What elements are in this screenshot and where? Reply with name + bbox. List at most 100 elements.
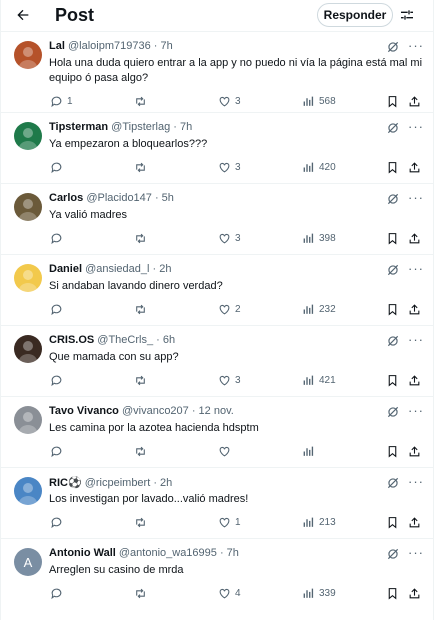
author-name[interactable]: RIC⚽: [49, 477, 82, 489]
avatar[interactable]: [14, 41, 42, 69]
views-action[interactable]: 232: [301, 301, 336, 317]
share-action[interactable]: [407, 230, 421, 246]
reply-action[interactable]: [49, 372, 67, 388]
bookmark-action[interactable]: [385, 514, 399, 530]
page-title: Post: [55, 5, 95, 25]
more-options-icon[interactable]: ···: [407, 38, 425, 54]
page-header: Post Responder: [1, 0, 433, 31]
like-action[interactable]: 3: [217, 93, 241, 109]
avatar[interactable]: [14, 335, 42, 363]
grok-icon[interactable]: [386, 263, 402, 279]
grok-icon[interactable]: [386, 192, 402, 208]
grok-icon[interactable]: [386, 547, 402, 563]
reply-tweet[interactable]: CRIS.OS @TheCrls_ · 6h ··· Que mamada co…: [1, 325, 433, 396]
reply-button[interactable]: Responder: [317, 3, 393, 27]
like-action[interactable]: [217, 443, 235, 459]
more-options-icon[interactable]: ···: [407, 119, 425, 135]
more-options-icon[interactable]: ···: [407, 545, 425, 561]
reply-tweet[interactable]: Lal @laloipm719736 · 7h ··· Hola una dud…: [1, 31, 433, 112]
reply-tweet[interactable]: Carlos @Placido147 · 5h ··· Ya valió mad…: [1, 183, 433, 254]
author-name[interactable]: Daniel: [49, 263, 82, 275]
retweet-action[interactable]: [133, 301, 151, 317]
share-action[interactable]: [407, 93, 421, 109]
more-options-icon[interactable]: ···: [407, 474, 425, 490]
grok-icon[interactable]: [386, 476, 402, 492]
retweet-action[interactable]: [133, 93, 151, 109]
grok-icon[interactable]: [386, 40, 402, 56]
like-action[interactable]: 1: [217, 514, 241, 530]
avatar[interactable]: [14, 264, 42, 292]
bookmark-action[interactable]: [385, 585, 399, 601]
author-name[interactable]: Lal: [49, 40, 65, 52]
like-action[interactable]: 4: [217, 585, 241, 601]
retweet-action[interactable]: [133, 585, 151, 601]
views-action[interactable]: 420: [301, 159, 336, 175]
grok-icon[interactable]: [386, 405, 402, 421]
retweet-icon: [133, 373, 147, 387]
retweet-action[interactable]: [133, 159, 151, 175]
reply-tweet[interactable]: Tavo Vivanco @vivanco207 · 12 nov. ··· L…: [1, 396, 433, 467]
avatar[interactable]: A: [14, 548, 42, 576]
views-action[interactable]: [301, 443, 319, 459]
share-action[interactable]: [407, 443, 421, 459]
tweet-actions: 2 232: [49, 301, 423, 317]
like-action[interactable]: 3: [217, 372, 241, 388]
reply-action[interactable]: [49, 443, 67, 459]
bookmark-action[interactable]: [385, 159, 399, 175]
retweet-action[interactable]: [133, 372, 151, 388]
sliders-icon[interactable]: [397, 5, 417, 25]
author-name[interactable]: Carlos: [49, 192, 83, 204]
avatar[interactable]: [14, 477, 42, 505]
reply-tweet[interactable]: RIC⚽ @ricpeimbert · 2h ··· Los investiga…: [1, 467, 433, 538]
grok-icon[interactable]: [386, 121, 402, 137]
reply-tweet[interactable]: Daniel @ansiedad_l · 2h ··· Si andaban l…: [1, 254, 433, 325]
views-action[interactable]: 339: [301, 585, 336, 601]
like-action[interactable]: 3: [217, 159, 241, 175]
share-action[interactable]: [407, 372, 421, 388]
reply-icon: [49, 444, 63, 458]
views-action[interactable]: 213: [301, 514, 336, 530]
bookmark-action[interactable]: [385, 230, 399, 246]
retweet-action[interactable]: [133, 443, 151, 459]
more-options-icon[interactable]: ···: [407, 332, 425, 348]
reply-action[interactable]: [49, 585, 67, 601]
bookmark-action[interactable]: [385, 443, 399, 459]
retweet-action[interactable]: [133, 514, 151, 530]
avatar[interactable]: [14, 193, 42, 221]
reply-action[interactable]: [49, 514, 67, 530]
like-action[interactable]: 3: [217, 230, 241, 246]
retweet-action[interactable]: [133, 230, 151, 246]
reply-action[interactable]: [49, 159, 67, 175]
reply-tweet[interactable]: Tipsterman @Tipsterlag · 7h ··· Ya empez…: [1, 112, 433, 183]
views-action[interactable]: 421: [301, 372, 336, 388]
author-name[interactable]: Antonio Wall: [49, 547, 116, 559]
author-name[interactable]: Tavo Vivanco: [49, 405, 119, 417]
views-action[interactable]: 568: [301, 93, 336, 109]
reply-action[interactable]: [49, 301, 67, 317]
bookmark-action[interactable]: [385, 372, 399, 388]
reply-action[interactable]: 1: [49, 93, 73, 109]
tweet-meta: RIC⚽ @ricpeimbert · 2h: [49, 476, 172, 489]
grok-icon[interactable]: [386, 334, 402, 350]
reply-count: 1: [67, 95, 73, 107]
back-arrow-icon[interactable]: [13, 5, 33, 25]
avatar[interactable]: [14, 406, 42, 434]
reply-tweet[interactable]: A Antonio Wall @antonio_wa16995 · 7h ···…: [1, 538, 433, 609]
author-name[interactable]: Tipsterman: [49, 121, 108, 133]
more-options-icon[interactable]: ···: [407, 190, 425, 206]
share-action[interactable]: [407, 159, 421, 175]
reply-action[interactable]: [49, 230, 67, 246]
views-action[interactable]: 398: [301, 230, 336, 246]
share-action[interactable]: [407, 585, 421, 601]
share-action[interactable]: [407, 301, 421, 317]
more-options-icon[interactable]: ···: [407, 261, 425, 277]
author-handle: @laloipm719736 · 7h: [67, 40, 173, 52]
bookmark-action[interactable]: [385, 93, 399, 109]
share-action[interactable]: [407, 514, 421, 530]
avatar[interactable]: [14, 122, 42, 150]
more-options-icon[interactable]: ···: [407, 403, 425, 419]
bookmark-action[interactable]: [385, 301, 399, 317]
like-action[interactable]: 2: [217, 301, 241, 317]
author-name[interactable]: CRIS.OS: [49, 334, 94, 346]
bookmark-icon: [385, 373, 399, 387]
